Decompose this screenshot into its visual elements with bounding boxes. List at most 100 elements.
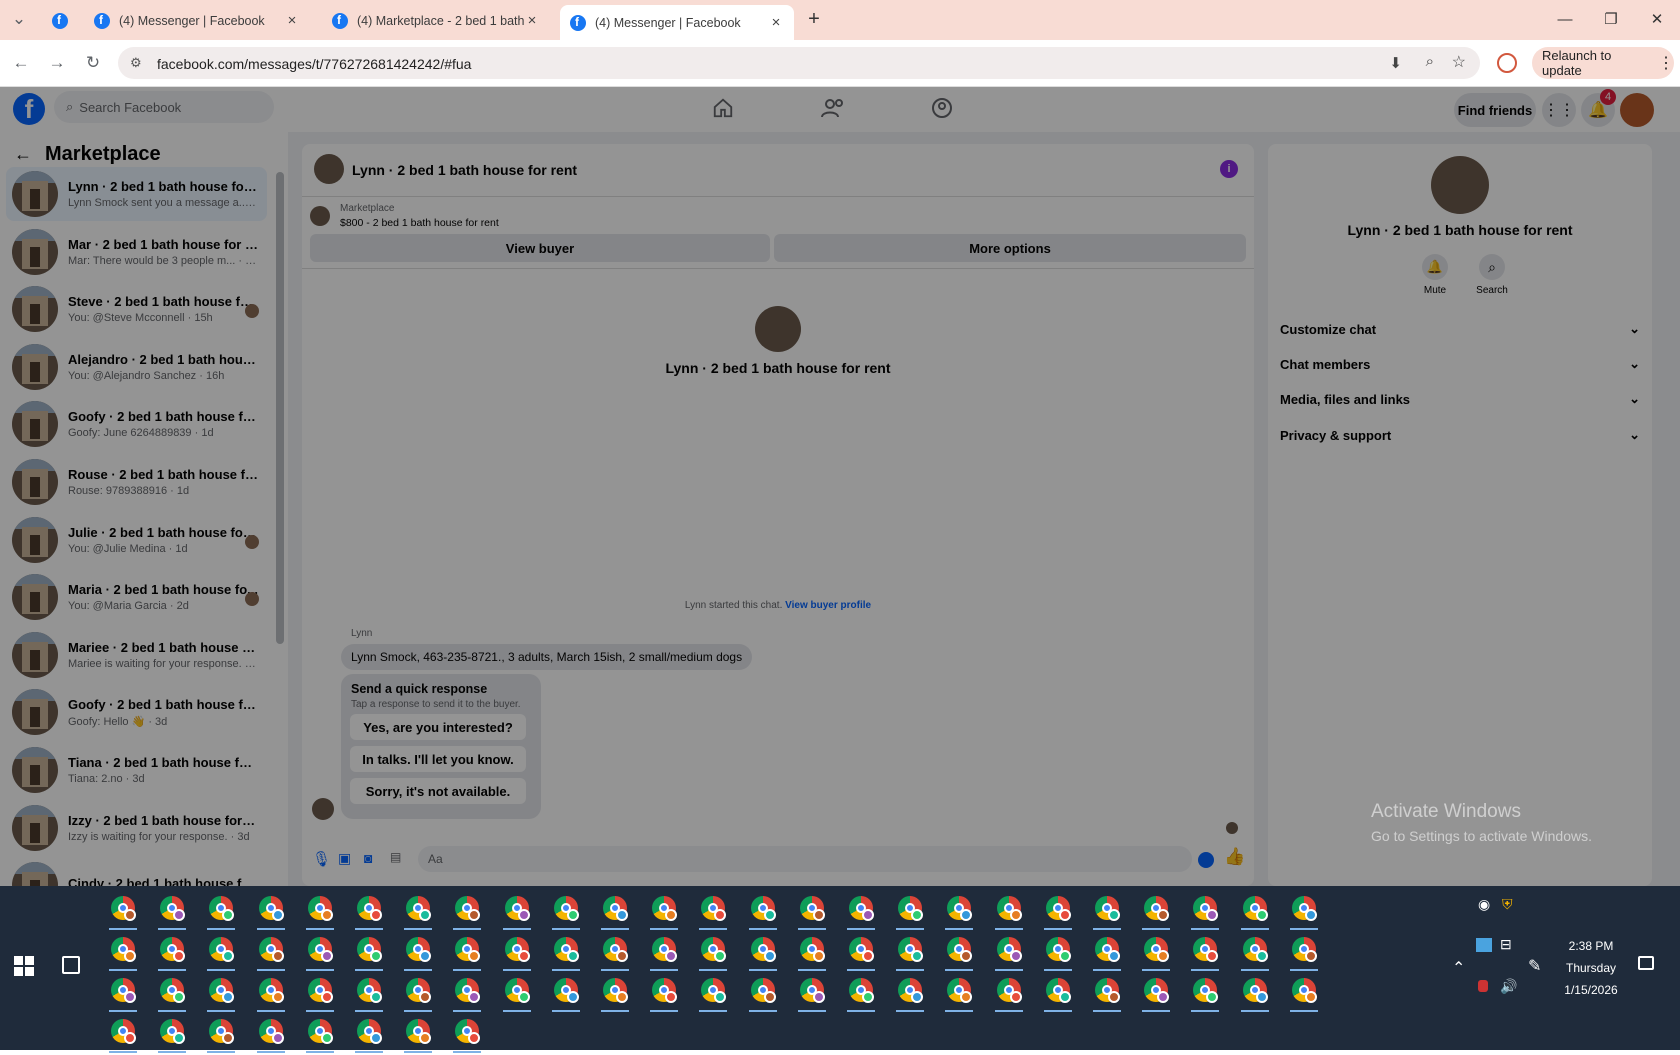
chrome-taskbar-icon[interactable] <box>697 974 729 1014</box>
chrome-taskbar-icon[interactable] <box>451 892 483 932</box>
tab-marketplace[interactable]: (4) Marketplace - 2 bed 1 bath h × <box>322 5 550 36</box>
tray-recorder-icon[interactable] <box>1478 980 1488 992</box>
chrome-taskbar-icon[interactable] <box>894 933 926 973</box>
chrome-taskbar-icon[interactable] <box>402 933 434 973</box>
close-icon[interactable]: × <box>284 12 300 29</box>
chrome-taskbar-icon[interactable] <box>993 892 1025 932</box>
chrome-taskbar-icon[interactable] <box>648 892 680 932</box>
clock-date[interactable]: 1/15/2026 <box>1556 983 1626 997</box>
chrome-taskbar-icon[interactable] <box>156 933 188 973</box>
chrome-taskbar-icon[interactable] <box>304 974 336 1014</box>
more-menu-icon[interactable]: ⋮ <box>1658 53 1674 73</box>
back-arrow-icon[interactable]: ← <box>14 144 32 165</box>
thumbs-up-icon[interactable]: 👍 <box>1224 847 1245 867</box>
chrome-taskbar-icon[interactable] <box>205 933 237 973</box>
tray-app-icon[interactable] <box>1476 938 1492 952</box>
chat-header-avatar[interactable] <box>314 154 344 184</box>
chrome-taskbar-icon[interactable] <box>353 892 385 932</box>
conversation-item[interactable]: Rouse · 2 bed 1 bath house for r... Rouse… <box>6 455 267 509</box>
photo-icon[interactable]: ▣ <box>338 850 351 867</box>
close-icon[interactable]: × <box>768 14 784 31</box>
menu-grid-icon[interactable]: ⋮⋮ <box>1542 93 1576 127</box>
chrome-taskbar-icon[interactable] <box>205 892 237 932</box>
chrome-taskbar-icon[interactable] <box>255 892 287 932</box>
account-avatar[interactable] <box>1620 93 1654 127</box>
chrome-taskbar-icon[interactable] <box>1239 933 1271 973</box>
tab-pinned-facebook[interactable] <box>42 5 80 36</box>
conversation-item[interactable]: Goofy · 2 bed 1 bath house for r... Goofy… <box>6 397 267 451</box>
close-icon[interactable]: × <box>524 12 540 29</box>
profile-icon[interactable] <box>1497 53 1517 73</box>
bookmark-star-icon[interactable]: ☆ <box>1452 52 1466 72</box>
chrome-taskbar-icon[interactable] <box>1288 974 1320 1014</box>
quick-response-yes[interactable]: Yes, are you interested? <box>350 714 526 740</box>
chrome-taskbar-icon[interactable] <box>451 974 483 1014</box>
conversation-item[interactable]: Alejandro · 2 bed 1 bath house f... You: … <box>6 340 267 394</box>
install-app-icon[interactable]: ⬇ <box>1389 54 1402 72</box>
chrome-taskbar-icon[interactable] <box>205 974 237 1014</box>
chrome-taskbar-icon[interactable] <box>255 1015 287 1055</box>
conversation-item[interactable]: Tiana · 2 bed 1 bath house for r... Tiana… <box>6 743 267 797</box>
section-media-files-links[interactable]: Media, files and links ⌄ <box>1280 384 1640 414</box>
chrome-taskbar-icon[interactable] <box>845 892 877 932</box>
chrome-taskbar-icon[interactable] <box>205 1015 237 1055</box>
chrome-taskbar-icon[interactable] <box>943 892 975 932</box>
chrome-taskbar-icon[interactable] <box>156 974 188 1014</box>
chrome-taskbar-icon[interactable] <box>796 892 828 932</box>
omnibox[interactable]: ⚙ facebook.com/messages/t/77627268142424… <box>118 47 1480 79</box>
chat-header-title[interactable]: Lynn · 2 bed 1 bath house for rent <box>352 162 577 178</box>
quick-response-not-available[interactable]: Sorry, it's not available. <box>350 778 526 804</box>
chrome-taskbar-icon[interactable] <box>255 933 287 973</box>
chrome-taskbar-icon[interactable] <box>1239 892 1271 932</box>
chrome-taskbar-icon[interactable] <box>747 892 779 932</box>
chrome-taskbar-icon[interactable] <box>107 974 139 1014</box>
chrome-taskbar-icon[interactable] <box>402 974 434 1014</box>
chrome-taskbar-icon[interactable] <box>943 974 975 1014</box>
chrome-taskbar-icon[interactable] <box>993 974 1025 1014</box>
sidebar-scrollbar[interactable] <box>276 172 284 644</box>
tab-messenger-1[interactable]: (4) Messenger | Facebook × <box>84 5 310 36</box>
facebook-logo[interactable]: f <box>13 93 45 125</box>
windows-start-icon[interactable] <box>14 956 34 976</box>
forward-icon[interactable]: → <box>44 50 70 76</box>
tab-search-icon[interactable]: ⌄ <box>6 6 32 32</box>
chrome-taskbar-icon[interactable] <box>1091 933 1123 973</box>
network-icon[interactable]: ⊟ <box>1500 936 1512 953</box>
chrome-taskbar-icon[interactable] <box>894 892 926 932</box>
chrome-taskbar-icon[interactable] <box>747 933 779 973</box>
section-customize-chat[interactable]: Customize chat ⌄ <box>1280 314 1640 344</box>
relaunch-button[interactable]: Relaunch to update ⋮ <box>1532 47 1674 79</box>
clock-time[interactable]: 2:38 PM <box>1556 939 1626 953</box>
notification-center-icon[interactable] <box>1638 956 1654 970</box>
conversation-item[interactable]: Izzy · 2 bed 1 bath house for rent Izzy i… <box>6 801 267 855</box>
chrome-taskbar-icon[interactable] <box>1189 933 1221 973</box>
chrome-taskbar-icon[interactable] <box>501 974 533 1014</box>
chrome-taskbar-icon[interactable] <box>107 892 139 932</box>
chevron-up-icon[interactable]: ⌃ <box>1452 958 1465 978</box>
chrome-taskbar-icon[interactable] <box>550 933 582 973</box>
chrome-taskbar-icon[interactable] <box>550 974 582 1014</box>
chrome-taskbar-icon[interactable] <box>1042 974 1074 1014</box>
chrome-taskbar-icon[interactable] <box>648 974 680 1014</box>
chrome-taskbar-icon[interactable] <box>1189 974 1221 1014</box>
chrome-taskbar-icon[interactable] <box>353 1015 385 1055</box>
mute-bell-icon[interactable]: 🔔 <box>1422 254 1448 280</box>
restore-button[interactable]: ❐ <box>1601 8 1621 30</box>
facebook-search[interactable]: ⌕ Search Facebook <box>54 91 274 123</box>
chrome-taskbar-icon[interactable] <box>648 933 680 973</box>
conversation-item[interactable]: Mar · 2 bed 1 bath house for rent Mar: Th… <box>6 225 267 279</box>
search-conversation-icon[interactable]: ⌕ <box>1479 254 1505 280</box>
more-options-button[interactable]: More options <box>774 234 1246 262</box>
chrome-taskbar-icon[interactable] <box>599 933 631 973</box>
chrome-taskbar-icon[interactable] <box>501 933 533 973</box>
chrome-taskbar-icon[interactable] <box>1140 892 1172 932</box>
site-info-icon[interactable]: ⚙ <box>130 55 142 71</box>
section-chat-members[interactable]: Chat members ⌄ <box>1280 349 1640 379</box>
view-buyer-profile-link[interactable]: View buyer profile <box>785 600 871 611</box>
conversation-item[interactable]: Goofy · 2 bed 1 bath house for r... Goofy… <box>6 685 267 739</box>
chrome-taskbar-icon[interactable] <box>796 974 828 1014</box>
chrome-taskbar-icon[interactable] <box>1042 933 1074 973</box>
chrome-taskbar-icon[interactable] <box>845 974 877 1014</box>
volume-icon[interactable]: 🔊 <box>1500 978 1517 995</box>
chrome-taskbar-icon[interactable] <box>107 1015 139 1055</box>
